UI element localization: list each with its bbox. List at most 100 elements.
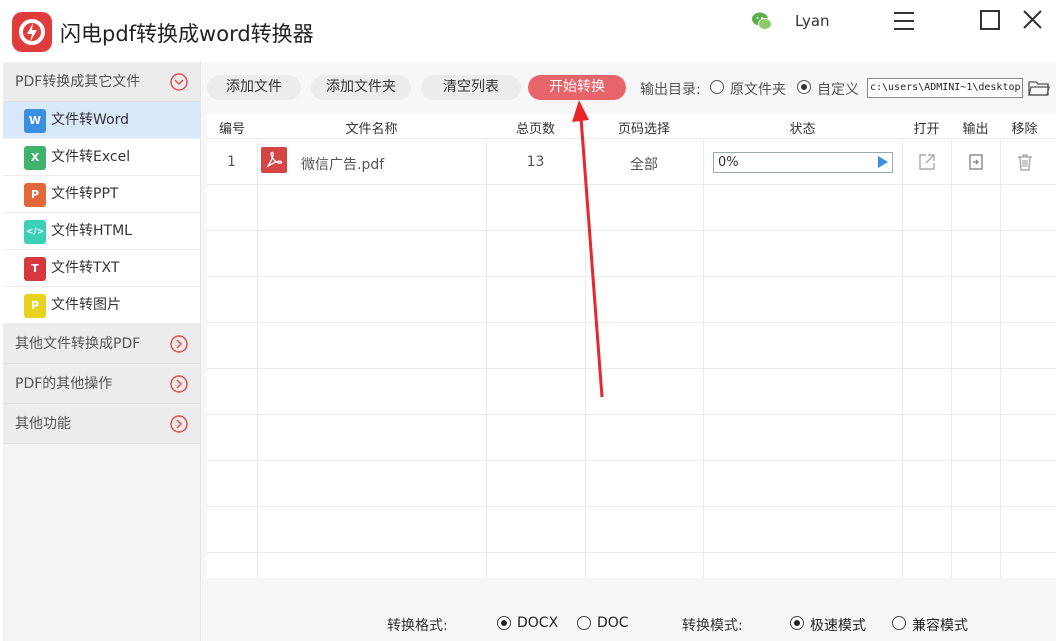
output-source-radio[interactable] <box>710 80 724 94</box>
chevron-down-circle-icon <box>170 73 188 91</box>
main-panel: 添加文件 添加文件夹 清空列表 开始转换 输出目录: 原文件夹 自定义 c:\u… <box>201 62 1056 641</box>
sidebar-item-label: 文件转Word <box>51 112 129 128</box>
folder-open-icon[interactable] <box>1028 78 1050 98</box>
mode-compat-label: 兼容模式 <box>912 618 968 634</box>
progress-text: 0% <box>718 155 739 170</box>
grid-line <box>486 138 487 578</box>
wechat-icon[interactable] <box>750 9 774 33</box>
trash-icon[interactable] <box>1015 152 1035 172</box>
column-header-index: 编号 <box>218 122 245 137</box>
column-header-name: 文件名称 <box>345 122 398 137</box>
sidebar-item-label: 文件转HTML <box>51 223 132 239</box>
row-index: 1 <box>227 154 236 170</box>
sidebar-section-pdf-to-other[interactable]: PDF转换成其它文件 <box>3 62 200 102</box>
sidebar-item-to-image[interactable]: P 文件转图片 <box>3 287 200 324</box>
format-doc-radio[interactable] <box>577 616 591 630</box>
output-source-label: 原文件夹 <box>730 82 786 98</box>
mode-fast-label: 极速模式 <box>810 618 866 634</box>
column-header-pages: 总页数 <box>515 122 555 137</box>
chevron-right-circle-icon <box>170 335 188 353</box>
image-file-icon: P <box>24 294 46 318</box>
grid-line <box>703 138 704 578</box>
row-line <box>207 138 1056 139</box>
mode-fast-radio[interactable] <box>790 616 804 630</box>
sidebar-item-to-word[interactable]: W 文件转Word <box>3 102 200 139</box>
sidebar-section-other-features[interactable]: 其他功能 <box>3 404 200 444</box>
sidebar-item-label: 文件转Excel <box>51 149 131 165</box>
sidebar-section-label: 其他文件转换成PDF <box>15 336 141 352</box>
row-line <box>207 368 1056 369</box>
row-line <box>207 552 1056 553</box>
grid-line <box>257 138 258 578</box>
grid-line <box>1000 138 1001 578</box>
row-pages: 13 <box>526 154 545 170</box>
output-custom-radio[interactable] <box>797 80 811 94</box>
row-line <box>207 230 1056 231</box>
sidebar: PDF转换成其它文件 W 文件转Word X 文件转Excel P 文件转PPT… <box>3 62 201 641</box>
sidebar-section-label: 其他功能 <box>15 416 71 432</box>
output-export-icon[interactable] <box>966 152 986 172</box>
grid-line <box>902 138 903 578</box>
output-custom-label: 自定义 <box>817 82 859 98</box>
mode-label: 转换模式: <box>682 618 743 634</box>
sidebar-item-to-ppt[interactable]: P 文件转PPT <box>3 176 200 213</box>
sidebar-item-to-html[interactable]: </> 文件转HTML <box>3 213 200 250</box>
close-icon[interactable] <box>1020 8 1046 34</box>
pdf-file-icon <box>261 147 287 173</box>
format-label: 转换格式: <box>387 618 448 634</box>
row-line <box>207 322 1056 323</box>
mode-compat-radio[interactable] <box>892 616 906 630</box>
format-docx-radio[interactable] <box>497 616 511 630</box>
maximize-icon[interactable] <box>977 8 1003 34</box>
table-header: 编号 文件名称 总页数 页码选择 状态 打开 输出 移除 <box>207 114 1056 138</box>
sidebar-section-pdf-other-ops[interactable]: PDF的其他操作 <box>3 364 200 404</box>
sidebar-item-label: 文件转PPT <box>51 186 119 202</box>
add-file-button[interactable]: 添加文件 <box>207 75 301 100</box>
row-line <box>207 184 1056 185</box>
column-header-status: 状态 <box>789 122 816 137</box>
sidebar-item-to-txt[interactable]: T 文件转TXT <box>3 250 200 287</box>
row-page-range[interactable]: 全部 <box>585 154 703 174</box>
row-file-name: 微信广告.pdf <box>301 157 385 173</box>
format-doc-label: DOC <box>597 615 629 631</box>
toolbar: 添加文件 添加文件夹 清空列表 开始转换 输出目录: 原文件夹 自定义 c:\u… <box>201 62 1056 114</box>
sidebar-item-label: 文件转TXT <box>51 260 120 276</box>
chevron-right-circle-icon <box>170 375 188 393</box>
sidebar-section-other-to-pdf[interactable]: 其他文件转换成PDF <box>3 324 200 364</box>
sidebar-item-label: 文件转图片 <box>51 297 121 313</box>
column-header-open: 打开 <box>913 122 940 137</box>
title-bar: 闪电pdf转换成word转换器 Lyan <box>0 0 1056 62</box>
row-line <box>207 506 1056 507</box>
row-line <box>207 276 1056 277</box>
excel-file-icon: X <box>24 146 46 170</box>
output-path-field[interactable]: c:\users\ADMINI~1\desktop <box>867 78 1023 98</box>
row-status-progress: 0% <box>713 152 893 173</box>
output-dir-label: 输出目录: <box>640 82 701 98</box>
html-file-icon: </> <box>24 220 46 244</box>
txt-file-icon: T <box>24 257 46 281</box>
sidebar-section-label: PDF转换成其它文件 <box>15 74 141 90</box>
bottom-options: 转换格式: DOCX DOC 转换模式: 极速模式 兼容模式 <box>201 578 1056 641</box>
sidebar-section-label: PDF的其他操作 <box>15 376 113 392</box>
chevron-right-circle-icon <box>170 415 188 433</box>
word-file-icon: W <box>24 109 46 133</box>
row-line <box>207 460 1056 461</box>
ppt-file-icon: P <box>24 183 46 207</box>
app-logo-icon <box>12 12 52 52</box>
file-table: 编号 文件名称 总页数 页码选择 状态 打开 输出 移除 1 微信广告.pdf … <box>207 114 1056 578</box>
column-header-remove: 移除 <box>1011 122 1038 137</box>
format-docx-label: DOCX <box>517 615 559 631</box>
menu-icon[interactable] <box>891 8 917 34</box>
column-header-output: 输出 <box>962 122 989 137</box>
grid-line <box>585 138 586 578</box>
sidebar-item-to-excel[interactable]: X 文件转Excel <box>3 139 200 176</box>
open-external-icon[interactable] <box>917 152 937 172</box>
user-name[interactable]: Lyan <box>795 12 830 30</box>
add-folder-button[interactable]: 添加文件夹 <box>311 75 411 100</box>
column-header-range: 页码选择 <box>617 122 670 137</box>
clear-list-button[interactable]: 清空列表 <box>421 75 521 100</box>
start-convert-button[interactable]: 开始转换 <box>528 75 626 100</box>
app-title: 闪电pdf转换成word转换器 <box>60 22 314 46</box>
play-icon[interactable] <box>878 156 888 168</box>
grid-line <box>951 138 952 578</box>
